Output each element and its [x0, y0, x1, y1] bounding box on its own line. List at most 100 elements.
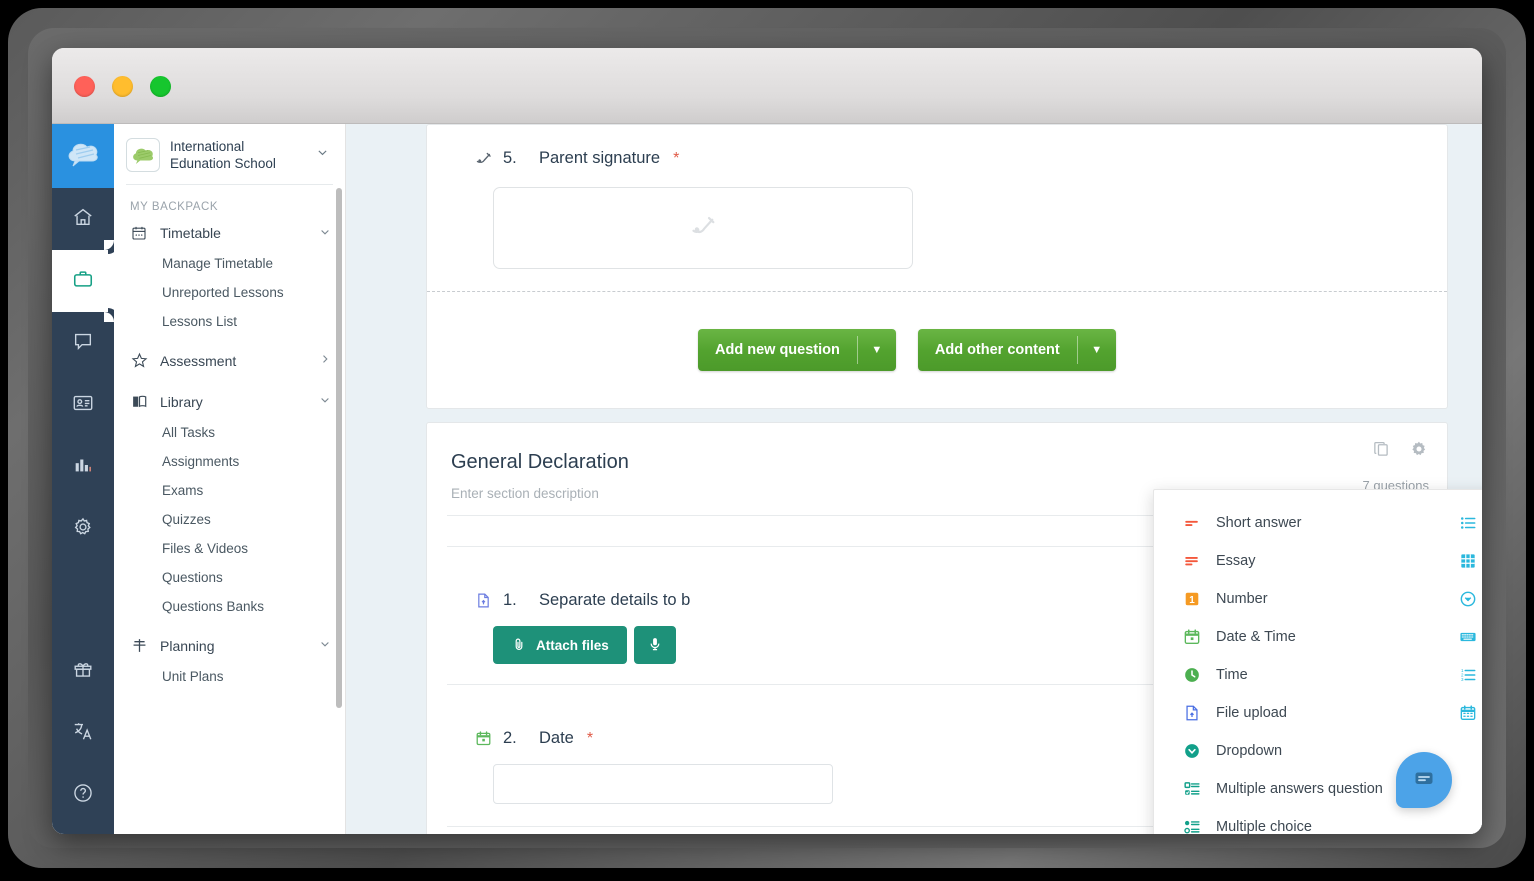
maximize-window-button[interactable]	[150, 76, 171, 97]
menu-item-number-grid[interactable]: 123 Number grid	[1444, 656, 1483, 694]
sidebar-item-questions-banks[interactable]: Questions Banks	[114, 592, 345, 621]
number-icon: 1	[1182, 590, 1202, 608]
menu-item-label: Time	[1216, 667, 1248, 683]
caret-down-icon[interactable]: ▼	[858, 329, 896, 371]
menu-item-textbox-grid[interactable]: Textbox grid	[1444, 618, 1483, 656]
question-circle-icon	[72, 782, 94, 809]
menu-item-dropdown-grid[interactable]: Dropdown grid	[1444, 580, 1483, 618]
menu-item-label: Multiple choice	[1216, 819, 1312, 834]
sidebar-group-planning[interactable]: Planning	[114, 629, 345, 662]
sidebar-item-files-videos[interactable]: Files & Videos	[114, 534, 345, 563]
menu-item-dropdown[interactable]: Dropdown	[1168, 732, 1430, 770]
question-number: 2.	[503, 729, 517, 747]
date-input[interactable]	[493, 764, 833, 804]
caret-down-icon[interactable]: ▼	[1078, 329, 1116, 371]
sidebar-group-library[interactable]: Library	[114, 385, 345, 418]
menu-item-number[interactable]: 1 Number	[1168, 580, 1430, 618]
chat-widget-button[interactable]	[1396, 752, 1452, 808]
book-icon	[130, 393, 148, 410]
id-card-icon	[72, 392, 94, 419]
org-selector[interactable]: International Edunation School	[114, 124, 345, 184]
org-logo	[126, 138, 160, 172]
sidebar-group-label: Library	[160, 393, 203, 410]
rail-item-language[interactable]	[52, 702, 114, 764]
menu-item-multiple-choice[interactable]: Multiple choice	[1168, 808, 1430, 834]
add-new-question-label: Add new question	[715, 342, 840, 358]
menu-item-file-upload[interactable]: File upload	[1168, 694, 1430, 732]
section-actions	[1372, 439, 1429, 464]
number-grid-icon: 123	[1458, 666, 1478, 684]
multiple-answers-icon	[1182, 780, 1202, 798]
menu-item-essay[interactable]: Essay	[1168, 542, 1430, 580]
date-grid-icon	[1458, 704, 1478, 722]
sidebar-item-unreported-lessons[interactable]: Unreported Lessons	[114, 278, 345, 307]
sidebar-item-assignments[interactable]: Assignments	[114, 447, 345, 476]
rail-item-backpack[interactable]	[52, 240, 114, 322]
microphone-icon	[647, 636, 663, 655]
menu-item-multiple-answers-question[interactable]: Multiple answers question	[1168, 770, 1430, 808]
minimize-window-button[interactable]	[112, 76, 133, 97]
record-audio-button[interactable]	[633, 626, 676, 664]
rail-item-brand-logo[interactable]	[52, 124, 114, 188]
signature-icon	[473, 149, 493, 168]
add-new-question-button[interactable]: Add new question ▼	[698, 329, 896, 371]
app-container: International Edunation School MY BACKPA…	[52, 124, 1482, 834]
question-number: 1.	[503, 591, 517, 609]
copy-icon[interactable]	[1372, 440, 1391, 464]
menu-item-short-answer[interactable]: Short answer	[1168, 504, 1430, 542]
screenshot-root: International Edunation School MY BACKPA…	[0, 0, 1534, 881]
menu-item-date-grid[interactable]: Date grid	[1444, 694, 1483, 732]
sidebar-item-exams[interactable]: Exams	[114, 476, 345, 505]
section-title: General Declaration	[451, 451, 629, 473]
gear-icon[interactable]	[1409, 439, 1429, 464]
time-icon	[1182, 666, 1202, 684]
close-window-button[interactable]	[74, 76, 95, 97]
sidebar-item-lessons-list[interactable]: Lessons List	[114, 307, 345, 336]
rail-item-reports[interactable]	[52, 436, 114, 498]
rail-item-rewards[interactable]	[52, 640, 114, 702]
rail-item-messages[interactable]	[52, 312, 114, 374]
chat-bubble-icon	[1412, 766, 1436, 795]
home-icon	[72, 206, 94, 233]
menu-item-time[interactable]: Time	[1168, 656, 1430, 694]
sidebar-group-label: Planning	[160, 637, 215, 654]
menu-item-label: Essay	[1216, 553, 1256, 569]
sidebar-item-all-tasks[interactable]: All Tasks	[114, 418, 345, 447]
bar-chart-icon	[72, 454, 94, 481]
sidebar-group-assessment[interactable]: Assessment	[114, 344, 345, 377]
signature-input-box[interactable]	[493, 187, 913, 269]
sidebar-item-quizzes[interactable]: Quizzes	[114, 505, 345, 534]
menu-column-left: Short answer Essay 1 Number Date & Time …	[1154, 504, 1430, 834]
required-marker: *	[673, 149, 680, 167]
chevron-down-icon	[316, 146, 331, 164]
question-header: 5. Parent signature *	[427, 125, 1447, 168]
chevron-down-icon	[319, 226, 331, 241]
menu-item-date-time[interactable]: Date & Time	[1168, 618, 1430, 656]
attach-files-button[interactable]: Attach files	[493, 626, 627, 664]
date-time-icon	[1182, 628, 1202, 646]
add-other-content-button[interactable]: Add other content ▼	[917, 329, 1116, 371]
sidebar-section-label: MY BACKPACK	[130, 201, 219, 213]
sidebar-scrollbar[interactable]	[336, 188, 342, 708]
sidebar-group-timetable[interactable]: Timetable	[114, 217, 345, 249]
question-number: 5.	[503, 149, 517, 167]
sidebar-item-questions[interactable]: Questions	[114, 563, 345, 592]
sidebar-item-manage-timetable[interactable]: Manage Timetable	[114, 249, 345, 278]
menu-item-multiple-choice-grid[interactable]: Multiple choice grid	[1444, 504, 1483, 542]
question-title: Date	[539, 729, 574, 747]
date-icon	[473, 730, 493, 747]
svg-text:3: 3	[1460, 677, 1463, 682]
menu-item-label: Short answer	[1216, 515, 1302, 531]
sidebar-group-label: Timetable	[160, 225, 221, 241]
sidebar-item-unit-plans[interactable]: Unit Plans	[114, 662, 345, 691]
rail-item-help[interactable]	[52, 764, 114, 826]
chevron-down-icon	[319, 394, 331, 409]
paperclip-icon	[511, 636, 527, 655]
required-marker: *	[586, 729, 594, 747]
calendar-icon	[130, 225, 148, 241]
star-icon	[130, 352, 148, 369]
rail-item-contacts[interactable]	[52, 374, 114, 436]
question-card-top: 5. Parent signature * Add new question ▼…	[426, 124, 1448, 409]
menu-item-checkbox-grid[interactable]: Checkbox grid	[1444, 542, 1483, 580]
rail-item-settings[interactable]	[52, 498, 114, 560]
